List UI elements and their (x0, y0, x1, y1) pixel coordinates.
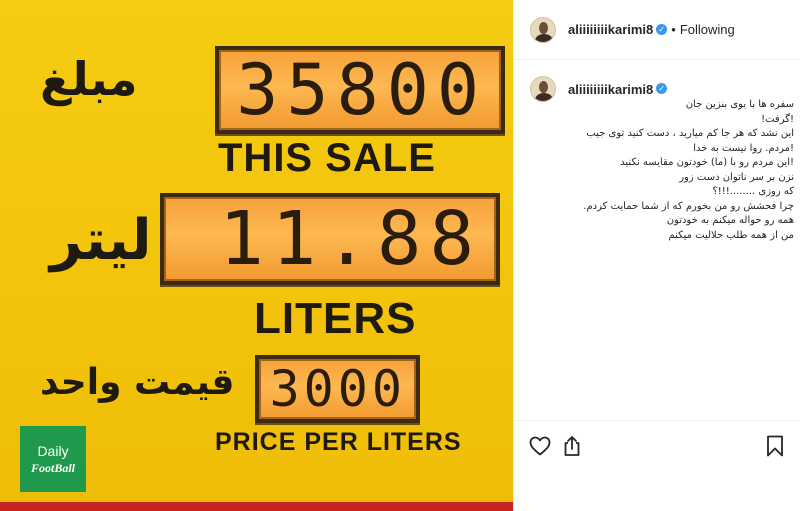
avatar[interactable] (530, 16, 556, 43)
following-button[interactable]: Following (680, 22, 735, 37)
caption-line: همه رو حواله میکنم به خودتون (666, 215, 794, 226)
amount-display: 35800 (215, 46, 505, 134)
post-image[interactable]: مبلغ 35800 THIS SALE لیتر 11.88 LITERS ق… (0, 0, 513, 511)
header-username[interactable]: aliiiiiiiikarimi8 (568, 22, 653, 37)
caption-line: سفره ها با بوی بنزین جان (685, 99, 794, 110)
liters-digits: 11.88 (219, 196, 482, 282)
post-header: aliiiiiiiikarimi8 ✓ • Following (514, 0, 800, 60)
liters-display: 11.88 (160, 193, 500, 285)
verified-badge-icon: ✓ (656, 24, 668, 35)
share-icon[interactable] (560, 434, 584, 458)
pump-red-strip (0, 502, 513, 511)
caption-text: سفره ها با بوی بنزین جان !گرفت! این نشد … (570, 98, 794, 243)
amount-label-en: THIS SALE (218, 136, 436, 180)
header-separator: • (671, 22, 676, 37)
caption-line: من از همه طلب حلالیت میکنم (668, 229, 794, 241)
caption-avatar[interactable] (530, 76, 556, 102)
caption-line: چرا فحشش رو من بخورم که از شما حمایت کرد… (583, 200, 794, 212)
caption-line: این نشد که هر جا کم میارید ، دست کنید تو… (586, 128, 794, 139)
liters-label-fa: لیتر (50, 208, 152, 273)
price-digits: 3000 (269, 360, 406, 418)
price-label-en: PRICE PER LITERS (215, 428, 462, 456)
caption-line: !این مردم رو با (ما) خودتون مقایسه نکنید (620, 157, 794, 168)
amount-label-fa: مبلغ (40, 52, 138, 106)
post-side-panel: aliiiiiiiikarimi8 ✓ • Following aliiiiii… (513, 0, 800, 511)
caption-verified-badge-icon: ✓ (656, 83, 668, 94)
watermark-line-2: FootBall (30, 461, 75, 475)
daily-football-logo: Daily FootBall (20, 426, 86, 492)
caption-section: aliiiiiiiikarimi8 ✓ سفره ها با بوی بنزین… (514, 60, 800, 420)
amount-digits: 35800 (236, 49, 487, 131)
price-display: 3000 (255, 355, 420, 423)
caption-line: !گرفت! (761, 113, 794, 125)
caption-line: !مردم. روا نیست به خدا (693, 142, 794, 154)
bookmark-icon[interactable] (763, 434, 787, 458)
caption-username[interactable]: aliiiiiiiikarimi8 (568, 82, 653, 97)
price-label-fa: قیمت واحد (40, 362, 235, 403)
heart-icon[interactable] (528, 434, 552, 458)
action-bar (514, 420, 800, 470)
caption-line: نزن بر سر ناتوان دست زور (679, 171, 794, 183)
caption-line: که روزی ........!!!؟ (712, 186, 794, 197)
watermark-line-1: Daily (37, 443, 69, 459)
liters-label-en: LITERS (254, 294, 417, 343)
